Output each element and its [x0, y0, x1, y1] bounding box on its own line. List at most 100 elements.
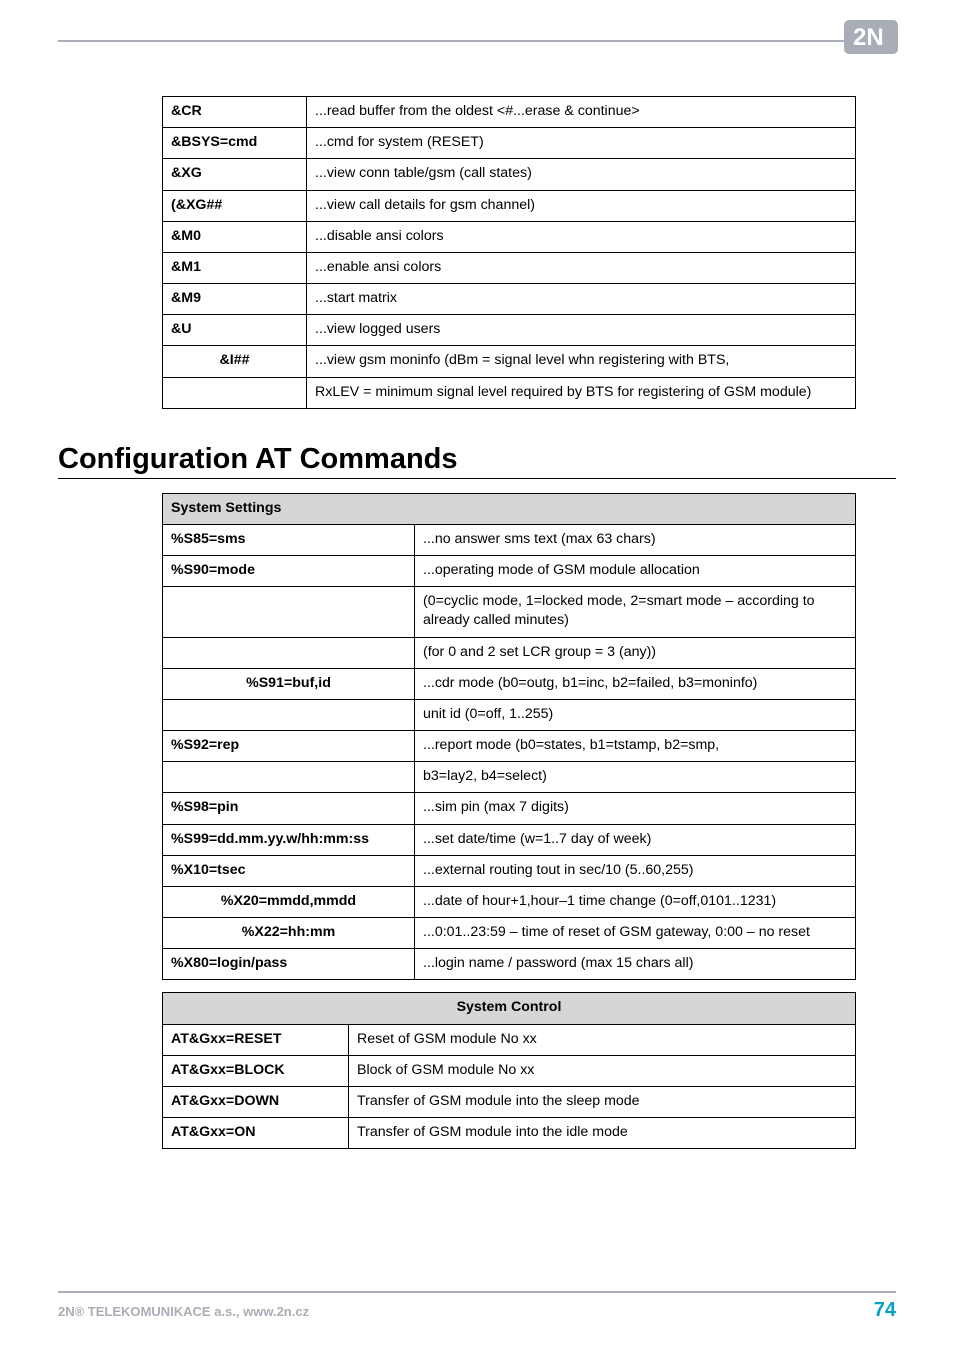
cmd-cell: %X80=login/pass	[163, 949, 415, 980]
desc-cell: ...set date/time (w=1..7 day of week)	[415, 824, 856, 855]
footer-page-number: 74	[874, 1299, 896, 1322]
desc-cell: ...view gsm moninfo (dBm = signal level …	[307, 346, 856, 377]
desc-cell: ...cdr mode (b0=outg, b1=inc, b2=failed,…	[415, 668, 856, 699]
cmd-cell	[163, 587, 415, 637]
desc-cell: RxLEV = minimum signal level required by…	[307, 377, 856, 408]
cmd-cell: %S99=dd.mm.yy.w/hh:mm:ss	[163, 824, 415, 855]
desc-cell: ...disable ansi colors	[307, 221, 856, 252]
table-row: (for 0 and 2 set LCR group = 3 (any))	[163, 637, 856, 668]
table-row: %S91=buf,id...cdr mode (b0=outg, b1=inc,…	[163, 668, 856, 699]
cmd-cell: %S90=mode	[163, 556, 415, 587]
cmd-cell: AT&Gxx=RESET	[163, 1024, 349, 1055]
desc-cell: ...date of hour+1,hour–1 time change (0=…	[415, 886, 856, 917]
desc-cell: ...login name / password (max 15 chars a…	[415, 949, 856, 980]
cmd-cell: %S98=pin	[163, 793, 415, 824]
cmd-cell: &BSYS=cmd	[163, 128, 307, 159]
table-row: %X80=login/pass...login name / password …	[163, 949, 856, 980]
desc-cell: Transfer of GSM module into the sleep mo…	[349, 1086, 856, 1117]
cmd-cell: %S92=rep	[163, 731, 415, 762]
table-row: AT&Gxx=DOWNTransfer of GSM module into t…	[163, 1086, 856, 1117]
desc-cell: ...view conn table/gsm (call states)	[307, 159, 856, 190]
table-row: unit id (0=off, 1..255)	[163, 699, 856, 730]
settings-header: System Settings	[163, 493, 856, 524]
table-row: (&XG##...view call details for gsm chann…	[163, 190, 856, 221]
cmd-cell: AT&Gxx=BLOCK	[163, 1055, 349, 1086]
desc-cell: unit id (0=off, 1..255)	[415, 699, 856, 730]
desc-cell: ...external routing tout in sec/10 (5..6…	[415, 855, 856, 886]
cmd-cell: %S91=buf,id	[163, 668, 415, 699]
table-row: &CR...read buffer from the oldest <#...e…	[163, 97, 856, 128]
system-settings-table: System Settings %S85=sms...no answer sms…	[162, 493, 856, 981]
table-row: %X22=hh:mm...0:01..23:59 – time of reset…	[163, 918, 856, 949]
cmd-cell: &M1	[163, 252, 307, 283]
page-footer: 2N® TELEKOMUNIKACE a.s., www.2n.cz 74	[58, 1291, 896, 1322]
desc-cell: ...0:01..23:59 – time of reset of GSM ga…	[415, 918, 856, 949]
desc-cell: ...view logged users	[307, 315, 856, 346]
cmd-cell: (&XG##	[163, 190, 307, 221]
table-row: (0=cyclic mode, 1=locked mode, 2=smart m…	[163, 587, 856, 637]
cmd-cell	[163, 377, 307, 408]
table-row: b3=lay2, b4=select)	[163, 762, 856, 793]
system-control-table: System Control AT&Gxx=RESETReset of GSM …	[162, 992, 856, 1149]
table-row: &M9...start matrix	[163, 284, 856, 315]
desc-cell: ...no answer sms text (max 63 chars)	[415, 524, 856, 555]
cmd-cell: &U	[163, 315, 307, 346]
table-row: &U...view logged users	[163, 315, 856, 346]
cmd-cell: &M0	[163, 221, 307, 252]
table-row: %S99=dd.mm.yy.w/hh:mm:ss...set date/time…	[163, 824, 856, 855]
desc-cell: b3=lay2, b4=select)	[415, 762, 856, 793]
footer-rule	[58, 1291, 896, 1293]
desc-cell: ...sim pin (max 7 digits)	[415, 793, 856, 824]
cmd-cell: &CR	[163, 97, 307, 128]
control-header: System Control	[163, 993, 856, 1024]
buffer-commands-table: &CR...read buffer from the oldest <#...e…	[162, 96, 856, 409]
header-rule	[58, 40, 896, 42]
table-row: RxLEV = minimum signal level required by…	[163, 377, 856, 408]
desc-cell: (0=cyclic mode, 1=locked mode, 2=smart m…	[415, 587, 856, 637]
brand-logo: 2N	[844, 20, 898, 54]
desc-cell: (for 0 and 2 set LCR group = 3 (any))	[415, 637, 856, 668]
desc-cell: ...view call details for gsm channel)	[307, 190, 856, 221]
table-row: %X10=tsec...external routing tout in sec…	[163, 855, 856, 886]
table-row: &I##...view gsm moninfo (dBm = signal le…	[163, 346, 856, 377]
section-rule	[58, 478, 896, 479]
cmd-cell	[163, 699, 415, 730]
cmd-cell: %X20=mmdd,mmdd	[163, 886, 415, 917]
desc-cell: ...read buffer from the oldest <#...eras…	[307, 97, 856, 128]
cmd-cell: %X22=hh:mm	[163, 918, 415, 949]
desc-cell: ...cmd for system (RESET)	[307, 128, 856, 159]
table-row: &M1...enable ansi colors	[163, 252, 856, 283]
table-row: AT&Gxx=BLOCKBlock of GSM module No xx	[163, 1055, 856, 1086]
cmd-cell	[163, 762, 415, 793]
svg-text:2N: 2N	[853, 24, 884, 51]
table-row: %X20=mmdd,mmdd...date of hour+1,hour–1 t…	[163, 886, 856, 917]
desc-cell: ...enable ansi colors	[307, 252, 856, 283]
cmd-cell: %X10=tsec	[163, 855, 415, 886]
cmd-cell: AT&Gxx=DOWN	[163, 1086, 349, 1117]
desc-cell: ...report mode (b0=states, b1=tstamp, b2…	[415, 731, 856, 762]
table-row: AT&Gxx=ONTransfer of GSM module into the…	[163, 1118, 856, 1149]
table-row: %S90=mode...operating mode of GSM module…	[163, 556, 856, 587]
cmd-cell: &I##	[163, 346, 307, 377]
section-heading: Configuration AT Commands	[58, 443, 896, 476]
cmd-cell: &M9	[163, 284, 307, 315]
table-header-row: System Control	[163, 993, 856, 1024]
desc-cell: ...operating mode of GSM module allocati…	[415, 556, 856, 587]
table-row: AT&Gxx=RESETReset of GSM module No xx	[163, 1024, 856, 1055]
desc-cell: ...start matrix	[307, 284, 856, 315]
table-row: %S85=sms...no answer sms text (max 63 ch…	[163, 524, 856, 555]
desc-cell: Reset of GSM module No xx	[349, 1024, 856, 1055]
table-row: &XG...view conn table/gsm (call states)	[163, 159, 856, 190]
table-row: &M0...disable ansi colors	[163, 221, 856, 252]
table-row: %S98=pin...sim pin (max 7 digits)	[163, 793, 856, 824]
table-row: %S92=rep...report mode (b0=states, b1=ts…	[163, 731, 856, 762]
table-row: &BSYS=cmd...cmd for system (RESET)	[163, 128, 856, 159]
table-header-row: System Settings	[163, 493, 856, 524]
cmd-cell: %S85=sms	[163, 524, 415, 555]
desc-cell: Transfer of GSM module into the idle mod…	[349, 1118, 856, 1149]
cmd-cell: &XG	[163, 159, 307, 190]
cmd-cell: AT&Gxx=ON	[163, 1118, 349, 1149]
footer-company: 2N® TELEKOMUNIKACE a.s., www.2n.cz	[58, 1304, 309, 1319]
cmd-cell	[163, 637, 415, 668]
desc-cell: Block of GSM module No xx	[349, 1055, 856, 1086]
